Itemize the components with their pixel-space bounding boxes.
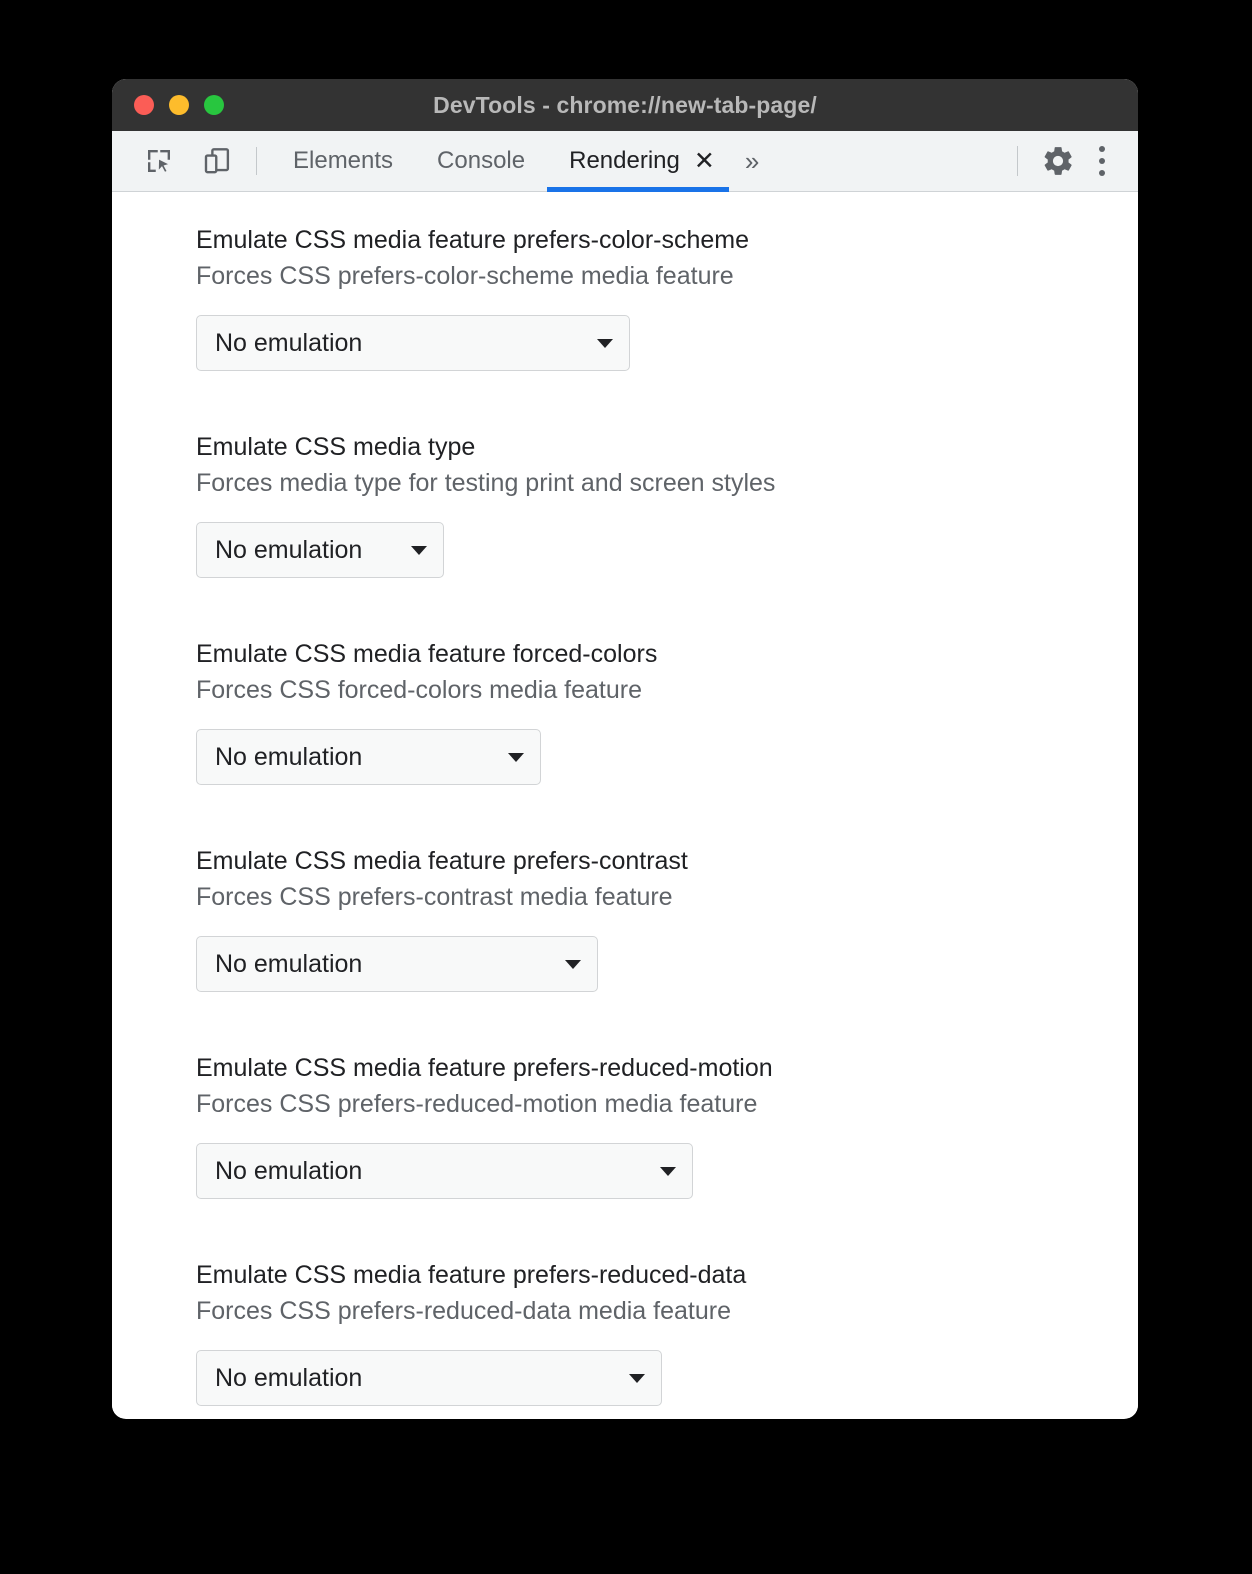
tab-elements-label: Elements [293, 147, 394, 174]
setting-prefers-color-scheme: Emulate CSS media feature prefers-color-… [112, 228, 1138, 371]
inspect-element-button[interactable] [136, 138, 182, 184]
chevron-down-icon [629, 1373, 645, 1383]
setting-title: Emulate CSS media feature prefers-color-… [196, 226, 750, 254]
devtools-window: DevTools - chrome://new-tab-page/ Elemen… [112, 79, 1138, 1419]
select-value: No emulation [215, 1363, 363, 1392]
device-toolbar-button[interactable] [194, 138, 240, 184]
settings-button[interactable] [1034, 137, 1082, 185]
setting-control: No emulation [196, 1143, 1138, 1199]
toolbar-right-group [1017, 131, 1138, 191]
devtools-toolbar: Elements Console Rendering ✕ » [112, 131, 1138, 192]
page-root: DevTools - chrome://new-tab-page/ Elemen… [0, 0, 1252, 1574]
tab-console[interactable]: Console [415, 131, 547, 191]
chevron-down-icon [411, 545, 427, 555]
window-title: DevTools - chrome://new-tab-page/ [433, 91, 817, 118]
setting-media-type: Emulate CSS media type Forces media type… [112, 435, 1138, 578]
tab-elements[interactable]: Elements [271, 131, 415, 191]
setting-title: Emulate CSS media feature forced-colors [196, 640, 658, 668]
select-value: No emulation [215, 1156, 363, 1185]
panel-tabs: Elements Console Rendering ✕ » [271, 131, 775, 192]
rendering-panel: Emulate CSS media feature prefers-color-… [112, 192, 1138, 1418]
setting-description: Forces CSS prefers-color-scheme media fe… [196, 262, 734, 290]
chevron-down-icon [565, 959, 581, 969]
setting-description: Forces media type for testing print and … [196, 469, 776, 497]
toolbar-divider [256, 147, 257, 175]
select-value: No emulation [215, 535, 363, 564]
maximize-window-button[interactable] [204, 95, 224, 115]
traffic-light-group [134, 79, 224, 131]
setting-control: No emulation [196, 522, 1138, 578]
gear-icon [1044, 147, 1072, 175]
setting-control: No emulation [196, 315, 1138, 371]
tab-rendering-label: Rendering [569, 147, 680, 174]
window-titlebar: DevTools - chrome://new-tab-page/ [112, 79, 1138, 131]
close-icon[interactable]: ✕ [694, 148, 715, 174]
setting-control: No emulation [196, 729, 1138, 785]
select-prefers-reduced-motion[interactable]: No emulation [196, 1143, 693, 1199]
kebab-dot-2 [1099, 158, 1105, 164]
kebab-menu-icon [1099, 143, 1105, 179]
setting-title: Emulate CSS media feature prefers-reduce… [196, 1261, 747, 1289]
setting-prefers-reduced-data: Emulate CSS media feature prefers-reduce… [112, 1263, 1138, 1406]
more-options-button[interactable] [1082, 137, 1122, 185]
chevron-down-icon [660, 1166, 676, 1176]
chevron-double-right-icon: » [744, 145, 760, 176]
more-tabs-button[interactable]: » [729, 131, 775, 191]
select-prefers-color-scheme[interactable]: No emulation [196, 315, 630, 371]
kebab-dot-3 [1099, 170, 1105, 176]
setting-control: No emulation [196, 936, 1138, 992]
setting-control: No emulation [196, 1350, 1138, 1406]
setting-description: Forces CSS prefers-reduced-motion media … [196, 1090, 758, 1118]
minimize-window-button[interactable] [169, 95, 189, 115]
setting-prefers-reduced-motion: Emulate CSS media feature prefers-reduce… [112, 1056, 1138, 1199]
inspect-element-icon [148, 150, 171, 174]
toolbar-right-divider [1017, 146, 1018, 176]
device-toolbar-icon [204, 148, 230, 174]
setting-description: Forces CSS prefers-reduced-data media fe… [196, 1297, 731, 1325]
setting-description: Forces CSS prefers-contrast media featur… [196, 883, 673, 911]
select-media-type[interactable]: No emulation [196, 522, 444, 578]
close-window-button[interactable] [134, 95, 154, 115]
select-prefers-reduced-data[interactable]: No emulation [196, 1350, 662, 1406]
setting-forced-colors: Emulate CSS media feature forced-colors … [112, 642, 1138, 785]
select-value: No emulation [215, 328, 363, 357]
tab-console-label: Console [437, 147, 526, 174]
chevron-down-icon [597, 338, 613, 348]
kebab-dot-1 [1099, 146, 1105, 152]
select-forced-colors[interactable]: No emulation [196, 729, 541, 785]
select-value: No emulation [215, 949, 363, 978]
setting-title: Emulate CSS media type [196, 433, 476, 461]
setting-description: Forces CSS forced-colors media feature [196, 676, 643, 704]
select-value: No emulation [215, 742, 363, 771]
setting-title: Emulate CSS media feature prefers-contra… [196, 847, 688, 875]
tab-rendering[interactable]: Rendering ✕ [547, 131, 729, 192]
setting-title: Emulate CSS media feature prefers-reduce… [196, 1054, 773, 1082]
select-prefers-contrast[interactable]: No emulation [196, 936, 598, 992]
chevron-down-icon [508, 752, 524, 762]
setting-prefers-contrast: Emulate CSS media feature prefers-contra… [112, 849, 1138, 992]
